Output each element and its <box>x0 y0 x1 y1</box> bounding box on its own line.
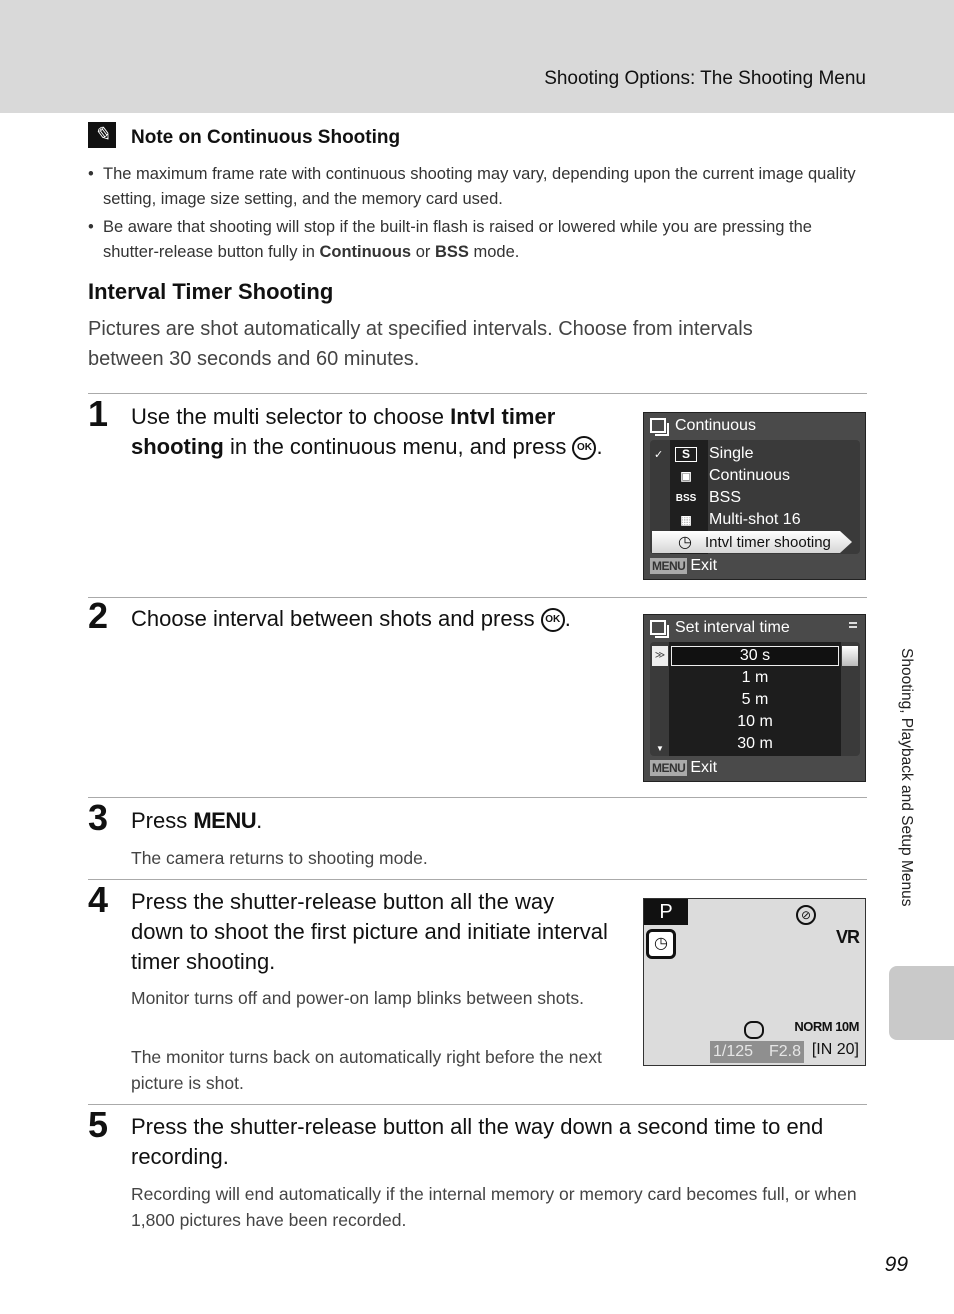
interval-option[interactable]: 30 m <box>669 733 841 755</box>
step-number: 4 <box>88 879 109 920</box>
step-subtext: Recording will end automatically if the … <box>131 1184 857 1230</box>
mode-indicator: P <box>644 899 688 925</box>
screen-title: Set interval time <box>650 619 790 638</box>
menu-item-single[interactable]: ✓ S Single <box>650 443 860 465</box>
note-bullet: Be aware that shooting will stop if the … <box>88 215 868 264</box>
divider <box>88 797 867 798</box>
timer-icon: ◷ <box>678 534 692 551</box>
note-bullets: The maximum frame rate with continuous s… <box>88 162 868 268</box>
shutter-speed: 1/125 <box>713 1043 754 1060</box>
screen-title-text: Continuous <box>675 417 756 434</box>
exit-hint: MENU Exit <box>650 557 717 575</box>
menu-item-label: Continuous <box>709 467 790 484</box>
interval-option[interactable]: 30 s <box>669 645 841 667</box>
divider <box>88 597 867 598</box>
menu-button-icon: MENU <box>650 558 688 574</box>
image-quality-indicator: NORM 10M <box>794 1019 859 1034</box>
menu-item-bss[interactable]: BSS BSS <box>650 487 860 509</box>
header-title: Shooting Options: The Shooting Menu <box>544 68 866 89</box>
shooting-mode-display: P ◷ ⊘ VR NORM 10M 1/125 F2.8 [IN 20] <box>643 898 866 1066</box>
interval-list: 30 s 1 m 5 m 10 m 30 m <box>669 642 841 756</box>
exposure-readout: 1/125 F2.8 <box>710 1041 804 1063</box>
menu-item-label: BSS <box>709 489 742 506</box>
section-title: Interval Timer Shooting <box>88 279 334 304</box>
interval-option[interactable]: 1 m <box>669 667 841 689</box>
aperture: F2.8 <box>768 1043 801 1060</box>
step-text: Press the shutter-release button all the… <box>131 889 608 974</box>
exit-label: Exit <box>690 557 718 574</box>
exit-label: Exit <box>690 759 718 776</box>
screen-title: Continuous <box>650 417 756 436</box>
menu-item-continuous[interactable]: ▣ Continuous <box>650 465 860 487</box>
single-icon: S <box>675 446 697 462</box>
section-tab[interactable] <box>889 966 954 1040</box>
continuous-menu-screen: Continuous ✓ S Single ▣ Continuous BSS BSS ▦… <box>643 412 866 580</box>
note-title: Note on Continuous Shooting <box>131 127 401 148</box>
step-text: Press MENU. <box>131 806 262 836</box>
exposures-remaining: [IN 20] <box>811 1041 859 1058</box>
menu-item-multishot[interactable]: ▦ Multi-shot 16 <box>650 509 860 531</box>
interval-option[interactable]: 5 m <box>669 689 841 711</box>
step-subtext: The monitor turns back on automatically … <box>131 1047 602 1093</box>
scroll-down-icon: ▼ <box>656 744 664 753</box>
pencil-note-icon: ✎ <box>88 122 116 148</box>
chevron-down-icon: ≫ <box>652 646 668 666</box>
page-number: 99 <box>884 1253 908 1276</box>
side-section-label: Shooting, Playback and Setup Menus <box>898 648 915 907</box>
menu-item-label: Intvl timer shooting <box>705 533 831 551</box>
interval-option[interactable]: 10 m <box>669 711 841 733</box>
check-icon: ✓ <box>654 448 664 461</box>
step-subtext: Monitor turns off and power-on lamp blin… <box>131 988 584 1008</box>
multishot-icon: ▦ <box>680 513 692 527</box>
bullet-text: mode. <box>468 242 520 261</box>
step-number: 1 <box>88 393 109 434</box>
step-text-part: Press <box>131 808 194 833</box>
bss-icon: BSS <box>675 492 697 504</box>
flash-off-icon: ⊘ <box>796 905 816 925</box>
interval-panel: 30 s 1 m 5 m 10 m 30 m ≫ ▼ <box>650 642 860 756</box>
step-number: 2 <box>88 595 109 636</box>
section-intro: Pictures are shot automatically at speci… <box>88 318 753 370</box>
divider <box>88 1104 867 1105</box>
bullet-text: or <box>411 242 435 261</box>
step-text-part: Use the multi selector to choose <box>131 404 451 429</box>
menu-item-label: Single <box>709 445 754 462</box>
ok-button-icon: OK <box>540 608 565 633</box>
continuous-icon: ▣ <box>680 469 692 483</box>
menu-item-label: Multi-shot 16 <box>709 511 801 528</box>
step-text-part: . <box>564 606 571 631</box>
step-text-part: . <box>256 808 263 833</box>
continuous-icon <box>650 418 669 436</box>
divider <box>88 879 867 880</box>
ok-button-icon: OK <box>572 436 597 461</box>
step-number: 5 <box>88 1104 109 1145</box>
menu-button-icon: MENU <box>650 760 688 776</box>
divider <box>88 393 867 394</box>
step-text-part: Choose interval between shots and press <box>131 606 541 631</box>
vr-icon: VR <box>835 927 860 947</box>
focus-indicator-icon <box>744 1021 764 1039</box>
interval-screen: Set interval time 30 s 1 m 5 m 10 m 30 m… <box>643 614 866 782</box>
exit-hint: MENU Exit <box>650 759 717 777</box>
step-text-part: . <box>596 434 603 459</box>
continuous-icon <box>650 620 669 638</box>
note-bullet: The maximum frame rate with continuous s… <box>88 162 868 211</box>
bullet-bold: BSS <box>434 242 469 261</box>
page-header: Shooting Options: The Shooting Menu <box>0 0 954 113</box>
bullet-bold: Continuous <box>319 242 412 261</box>
menu-item-intvl-timer-selected[interactable]: ◷ Intvl timer shooting <box>652 531 852 553</box>
step-text: Use the multi selector to choose Intvl t… <box>131 402 611 462</box>
screen-title-text: Set interval time <box>675 619 790 636</box>
menu-button-icon: MENU <box>193 808 257 833</box>
step-text-part: in the continuous menu, and press <box>223 434 573 459</box>
scrollbar-thumb[interactable] <box>842 646 858 666</box>
step-number: 3 <box>88 797 109 838</box>
step-subtext: The camera returns to shooting mode. <box>131 848 428 868</box>
step-text: Press the shutter-release button all the… <box>131 1114 824 1169</box>
battery-indicator-icon <box>849 622 857 628</box>
step-text: Choose interval between shots and press … <box>131 604 611 634</box>
interval-timer-icon: ◷ <box>646 929 676 959</box>
